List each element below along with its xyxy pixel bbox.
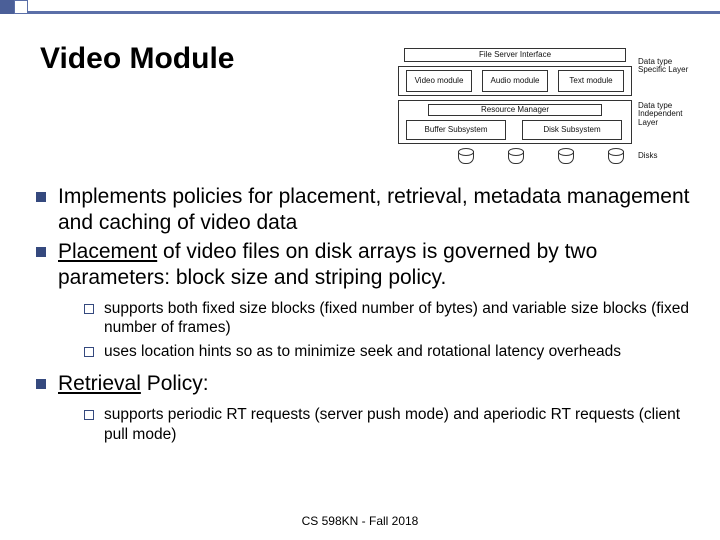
diagram-label-independent-layer: Data type Independent Layer <box>638 102 700 127</box>
diagram-disk-subsystem: Disk Subsystem <box>522 120 622 140</box>
bullet-underline-prefix: Placement <box>58 240 157 263</box>
bullet-item: Retrieval Policy: supports periodic RT r… <box>28 371 692 444</box>
bullet-item: Implements policies for placement, retri… <box>28 184 692 237</box>
diagram-buffer-subsystem: Buffer Subsystem <box>406 120 506 140</box>
diagram-file-server-interface: File Server Interface <box>404 48 626 62</box>
sub-bullet-item: supports periodic RT requests (server pu… <box>58 405 692 444</box>
diagram-video-module: Video module <box>406 70 472 92</box>
bullet-text-rest: Policy: <box>141 372 209 395</box>
diagram-text-module: Text module <box>558 70 624 92</box>
diagram-audio-module: Audio module <box>482 70 548 92</box>
diagram-resource-manager: Resource Manager <box>428 104 602 116</box>
diagram-label-specific-layer: Data type Specific Layer <box>638 58 696 75</box>
sub-bullet-item: uses location hints so as to minimize se… <box>58 342 692 361</box>
architecture-diagram: File Server Interface Video module Audio… <box>398 48 698 168</box>
slide-title: Video Module <box>40 42 234 76</box>
diagram-label-disks: Disks <box>638 152 658 160</box>
bullet-item: Placement of video files on disk arrays … <box>28 239 692 362</box>
accent-bar <box>0 0 720 14</box>
bullet-text: Implements policies for placement, retri… <box>58 185 689 234</box>
slide-body: Implements policies for placement, retri… <box>28 184 692 454</box>
sub-bullet-item: supports both fixed size blocks (fixed n… <box>58 299 692 338</box>
slide-footer: CS 598KN - Fall 2018 <box>0 514 720 528</box>
bullet-underline-prefix: Retrieval <box>58 372 141 395</box>
